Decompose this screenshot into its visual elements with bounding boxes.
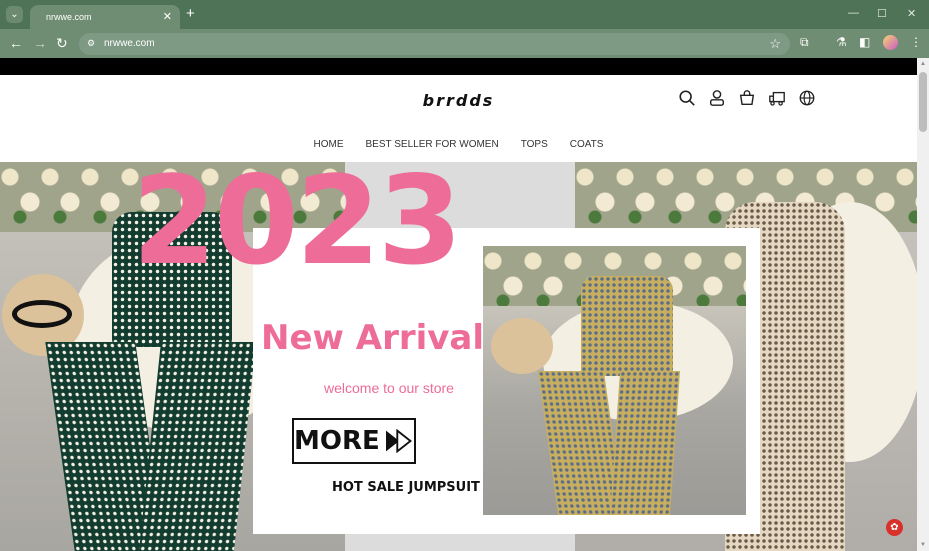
- address-bar[interactable]: ⚙ nrwwe.com ☆: [79, 33, 790, 55]
- scroll-up-icon[interactable]: ▲: [920, 61, 926, 67]
- back-button[interactable]: ←: [9, 35, 23, 51]
- more-button-label: MORE: [294, 426, 380, 456]
- side-panel-icon[interactable]: ◧: [859, 35, 870, 49]
- search-icon[interactable]: [678, 89, 696, 107]
- profile-avatar[interactable]: [883, 35, 898, 50]
- scroll-thumb[interactable]: [919, 72, 927, 132]
- hero-banner[interactable]: 2023 New Arrival welcome to our store MO…: [0, 162, 917, 551]
- yellow-jumpsuit-leg-right: [609, 371, 681, 515]
- bookmark-star-icon[interactable]: ☆: [769, 36, 781, 52]
- hero-year: 2023: [132, 162, 463, 292]
- yellow-jumpsuit-top: [581, 276, 673, 376]
- hero-caption: HOT SALE JUMPSUIT: [332, 480, 480, 495]
- minimize-button[interactable]: —: [848, 7, 859, 19]
- forward-button[interactable]: →: [33, 35, 47, 51]
- maximize-button[interactable]: ☐: [877, 7, 887, 20]
- new-tab-button[interactable]: +: [186, 5, 195, 22]
- hero-subline: welcome to our store: [324, 380, 454, 396]
- cart-icon[interactable]: [738, 89, 756, 107]
- browser-tab-strip: ⌄ nrwwe.com ✕ + — ☐ ✕: [0, 0, 929, 29]
- promo-photo: [483, 246, 746, 515]
- promo-straw-hat: [491, 318, 553, 374]
- nav-item-home[interactable]: HOME: [314, 139, 344, 150]
- globe-icon[interactable]: [798, 89, 816, 107]
- scroll-down-icon[interactable]: ▼: [920, 542, 926, 548]
- lab-flask-icon[interactable]: ⚗: [836, 35, 847, 49]
- tab-title: nrwwe.com: [46, 12, 92, 22]
- url-text: nrwwe.com: [104, 38, 155, 49]
- page-scrollbar[interactable]: ▲ ▼: [917, 58, 929, 551]
- menu-kebab-icon[interactable]: ⋮: [910, 35, 922, 49]
- reload-button[interactable]: ↻: [56, 35, 68, 52]
- hat-band: [12, 300, 72, 328]
- nav-item-tops[interactable]: TOPS: [521, 139, 548, 150]
- web-page: brrdds HOME BEST SELLER FOR WOMEN TOPS C…: [0, 58, 917, 551]
- tab-list-button[interactable]: ⌄: [6, 6, 23, 23]
- close-window-button[interactable]: ✕: [907, 7, 916, 20]
- main-nav: HOME BEST SELLER FOR WOMEN TOPS COATS: [0, 139, 917, 150]
- extensions-icon[interactable]: ⧉: [800, 35, 809, 50]
- account-icon[interactable]: [708, 89, 726, 107]
- browser-tab[interactable]: nrwwe.com ✕: [30, 5, 180, 29]
- shipping-truck-icon[interactable]: [768, 89, 786, 107]
- nav-item-best-seller-for-women[interactable]: BEST SELLER FOR WOMEN: [366, 139, 499, 150]
- hero-headline: New Arrival: [261, 318, 485, 358]
- announcement-bar: [0, 58, 917, 75]
- close-tab-icon[interactable]: ✕: [163, 10, 172, 23]
- nav-item-coats[interactable]: COATS: [570, 139, 604, 150]
- more-button[interactable]: MORE: [292, 418, 416, 464]
- browser-toolbar: ← → ↻ ⚙ nrwwe.com ☆ ⧉ ⚗ ◧ ⋮: [0, 29, 929, 58]
- chat-widget-button[interactable]: ✿: [886, 519, 903, 536]
- double-arrow-icon: [385, 429, 412, 453]
- site-info-icon[interactable]: ⚙: [87, 38, 95, 49]
